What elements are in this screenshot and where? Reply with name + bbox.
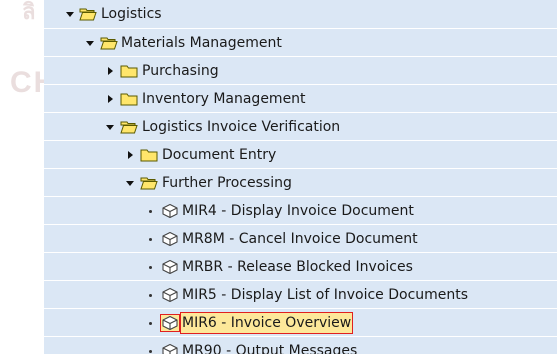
folder-closed-icon [140, 149, 158, 162]
tree-node-transaction-mir4[interactable]: MIR4 - Display Invoice Document [44, 196, 557, 224]
bullet-icon [144, 225, 156, 253]
tree-node-label: Logistics Invoice Verification [142, 119, 341, 135]
tree-node-logistics[interactable]: Logistics [44, 0, 557, 28]
bullet-icon [144, 281, 156, 309]
transaction-cube-icon [162, 287, 178, 303]
tree-node-label: Inventory Management [142, 91, 306, 107]
bullet-icon [144, 197, 156, 225]
tree-node-purchasing[interactable]: Purchasing [44, 56, 557, 84]
menu-tree: Logistics Materials Management Purchasin… [44, 0, 557, 354]
tree-node-label: MIR5 - Display List of Invoice Documents [182, 287, 469, 303]
tree-node-label: Document Entry [162, 147, 277, 163]
transaction-cube-icon [160, 314, 180, 332]
tree-node-inventory-management[interactable]: Inventory Management [44, 84, 557, 112]
transaction-cube-icon [162, 343, 178, 354]
bullet-icon [144, 253, 156, 281]
collapse-arrow-icon[interactable] [104, 57, 116, 85]
tree-node-transaction-mr8m[interactable]: MR8M - Cancel Invoice Document [44, 224, 557, 252]
tree-node-label-selected: MIR6 - Invoice Overview [179, 312, 354, 334]
tree-node-transaction-mir5[interactable]: MIR5 - Display List of Invoice Documents [44, 280, 557, 308]
tree-node-materials-management[interactable]: Materials Management [44, 28, 557, 56]
tree-node-label: Materials Management [121, 35, 282, 51]
transaction-cube-icon [162, 259, 178, 275]
tree-node-label: MIR4 - Display Invoice Document [182, 203, 414, 219]
expand-arrow-icon[interactable] [64, 0, 76, 28]
transaction-cube-icon [162, 203, 178, 219]
tree-node-document-entry[interactable]: Document Entry [44, 140, 557, 168]
folder-open-icon [100, 37, 118, 50]
folder-open-icon [79, 8, 97, 21]
tree-node-label: Logistics [101, 6, 162, 22]
expand-arrow-icon[interactable] [104, 113, 116, 141]
bullet-icon [144, 309, 156, 337]
tree-node-label: MR90 - Output Messages [182, 343, 358, 354]
tree-node-transaction-mr90[interactable]: MR90 - Output Messages [44, 336, 557, 354]
transaction-cube-icon [162, 231, 178, 247]
tree-node-further-processing[interactable]: Further Processing [44, 168, 557, 196]
tree-node-label: MRBR - Release Blocked Invoices [182, 259, 413, 275]
tree-node-transaction-mrbr[interactable]: MRBR - Release Blocked Invoices [44, 252, 557, 280]
expand-arrow-icon[interactable] [124, 169, 136, 197]
tree-node-logistics-invoice-verification[interactable]: Logistics Invoice Verification [44, 112, 557, 140]
collapse-arrow-icon[interactable] [124, 141, 136, 169]
tree-node-label: Purchasing [142, 63, 219, 79]
collapse-arrow-icon[interactable] [104, 85, 116, 113]
folder-open-icon [140, 177, 158, 190]
bullet-icon [144, 337, 156, 354]
tree-node-label: MR8M - Cancel Invoice Document [182, 231, 418, 247]
expand-arrow-icon[interactable] [84, 29, 96, 57]
folder-closed-icon [120, 65, 138, 78]
tree-node-label: Further Processing [162, 175, 292, 191]
tree-node-transaction-mir6[interactable]: MIR6 - Invoice Overview [44, 308, 557, 336]
folder-open-icon [120, 121, 138, 134]
folder-closed-icon [120, 93, 138, 106]
